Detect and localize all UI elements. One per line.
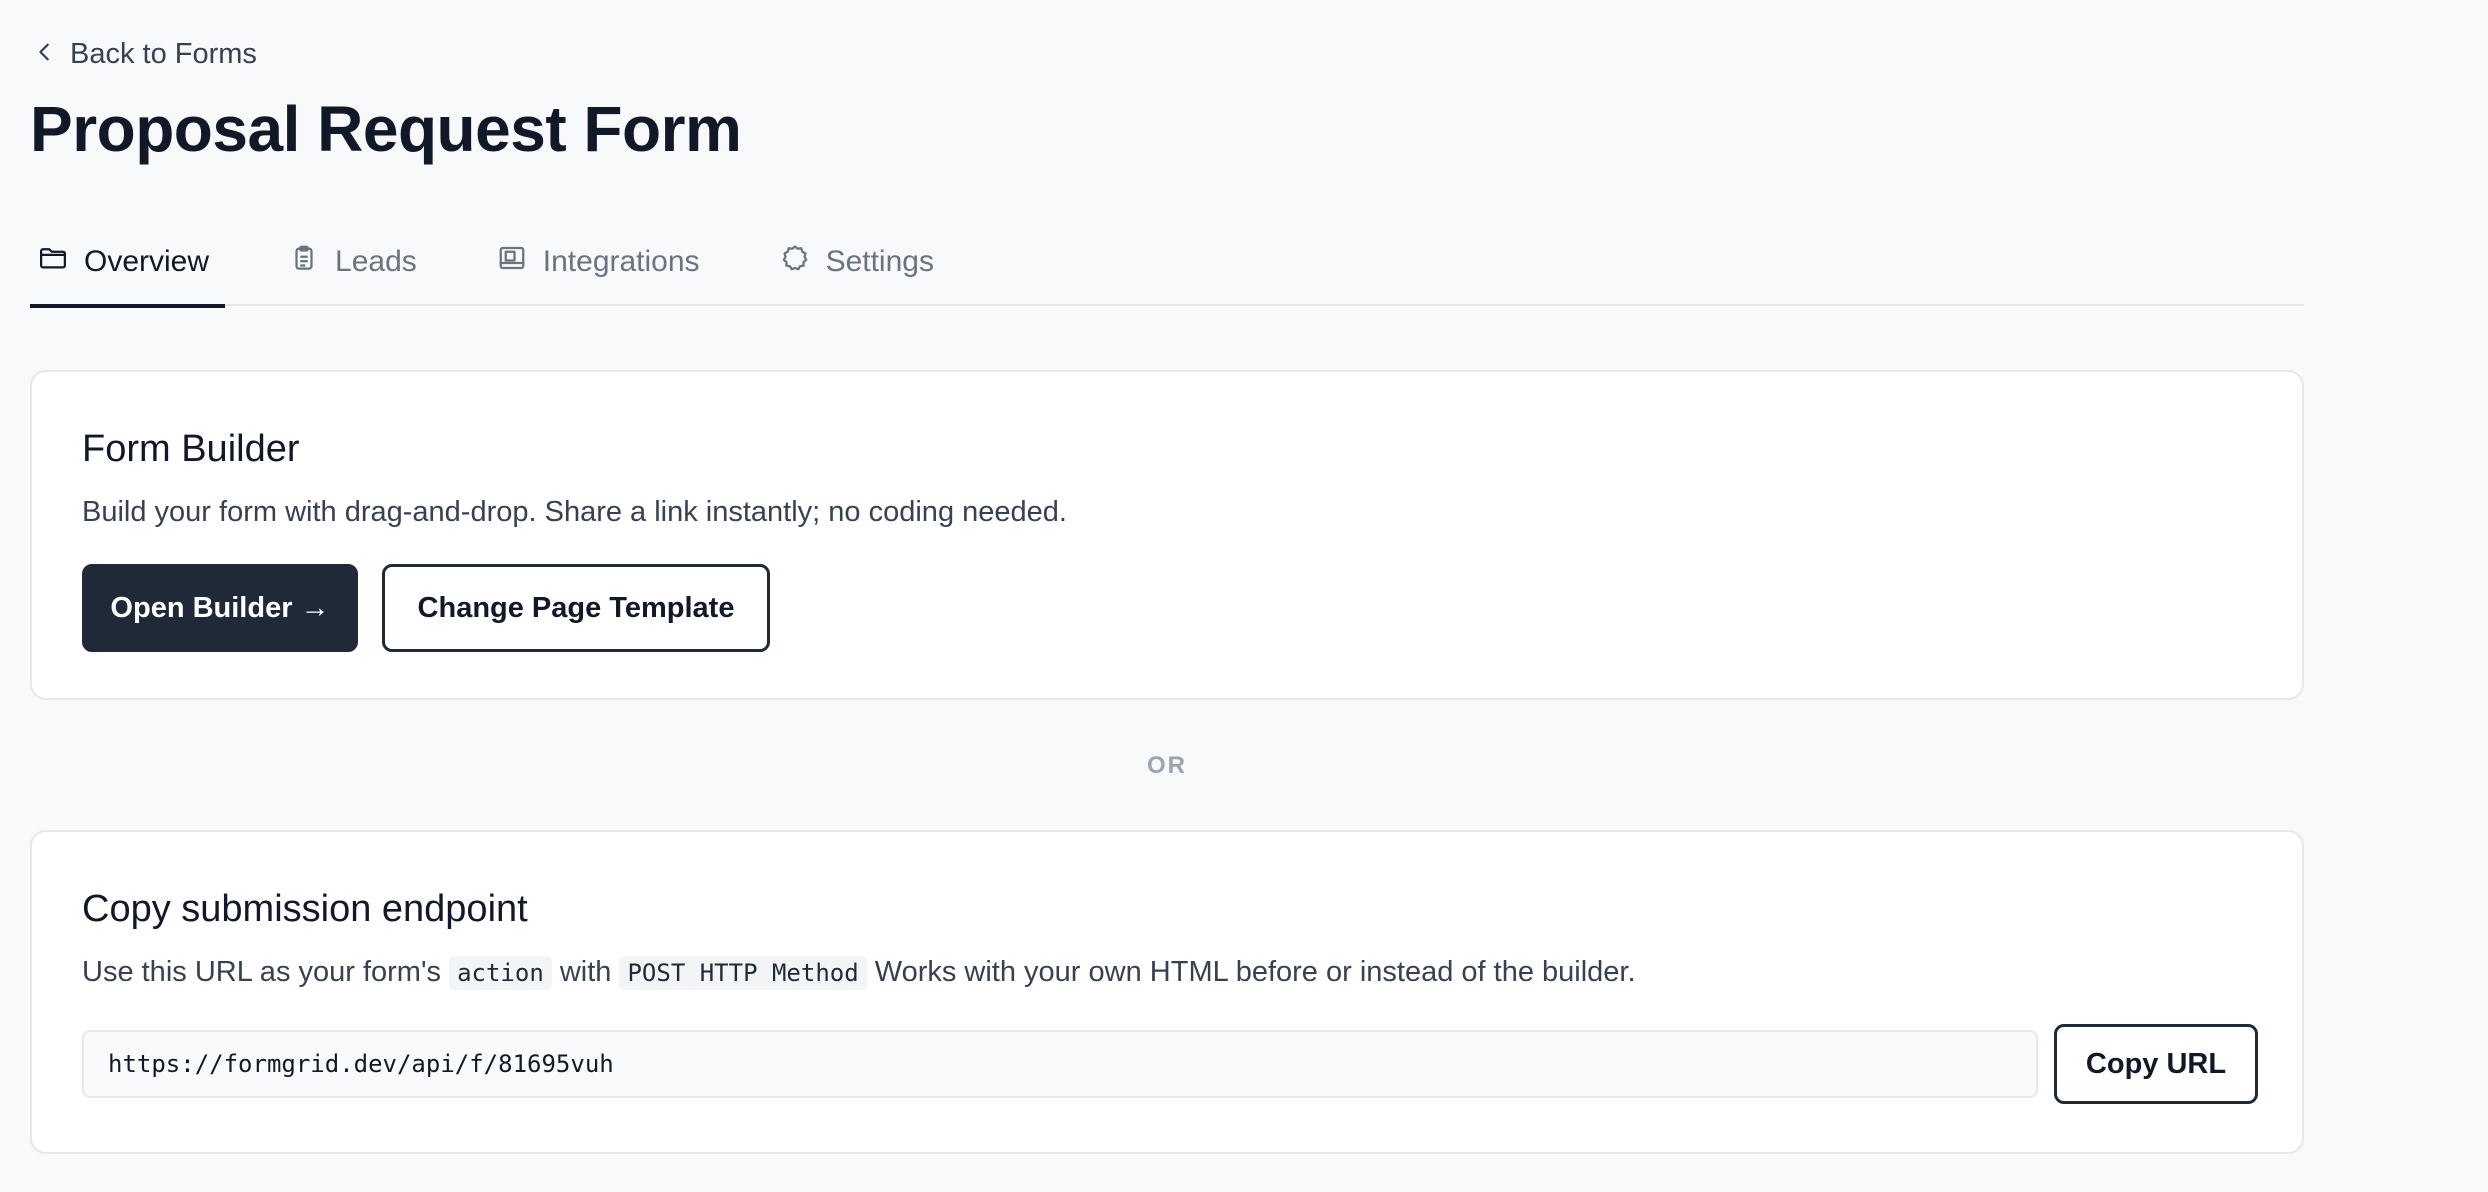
tab-integrations-label: Integrations bbox=[542, 245, 700, 278]
layout-icon bbox=[497, 243, 527, 281]
or-divider: OR bbox=[1147, 752, 1187, 779]
tab-bar: Overview Leads Integrations Settings bbox=[30, 232, 2304, 308]
method-code: POST HTTP Method bbox=[619, 956, 867, 990]
open-builder-button[interactable]: Open Builder → bbox=[82, 564, 358, 652]
clipboard-icon bbox=[289, 243, 319, 281]
endpoint-description: Use this URL as your form's action with … bbox=[82, 956, 1636, 990]
endpoint-desc-part2: with bbox=[559, 956, 612, 988]
form-builder-card: Form Builder Build your form with drag-a… bbox=[30, 370, 2304, 700]
tab-overview[interactable]: Overview bbox=[30, 232, 226, 308]
change-page-template-button[interactable]: Change Page Template bbox=[382, 564, 770, 652]
action-code: action bbox=[449, 956, 552, 990]
chevron-left-icon bbox=[34, 38, 56, 71]
endpoint-desc-part3: Works with your own HTML before or inste… bbox=[874, 956, 1636, 988]
back-to-forms-link[interactable]: Back to Forms bbox=[34, 38, 257, 71]
tab-leads-label: Leads bbox=[335, 245, 417, 278]
endpoint-url-field[interactable]: https://formgrid.dev/api/f/81695vuh bbox=[82, 1030, 2038, 1098]
endpoint-title: Copy submission endpoint bbox=[82, 888, 528, 930]
page: Back to Forms Proposal Request Form Over… bbox=[0, 0, 2488, 1192]
folder-icon bbox=[38, 243, 68, 281]
copy-url-button[interactable]: Copy URL bbox=[2054, 1024, 2258, 1104]
submission-endpoint-card: Copy submission endpoint Use this URL as… bbox=[30, 830, 2304, 1154]
tab-settings-label: Settings bbox=[825, 245, 934, 278]
form-builder-title: Form Builder bbox=[82, 428, 300, 470]
tab-settings[interactable]: Settings bbox=[772, 232, 942, 306]
tab-leads[interactable]: Leads bbox=[281, 232, 425, 306]
form-builder-description: Build your form with drag-and-drop. Shar… bbox=[82, 496, 1067, 528]
endpoint-desc-part1: Use this URL as your form's bbox=[82, 956, 442, 988]
back-link-label: Back to Forms bbox=[70, 38, 257, 70]
tab-overview-label: Overview bbox=[84, 245, 210, 278]
tab-integrations[interactable]: Integrations bbox=[489, 232, 708, 306]
page-title: Proposal Request Form bbox=[30, 93, 742, 165]
gear-icon bbox=[780, 243, 810, 281]
